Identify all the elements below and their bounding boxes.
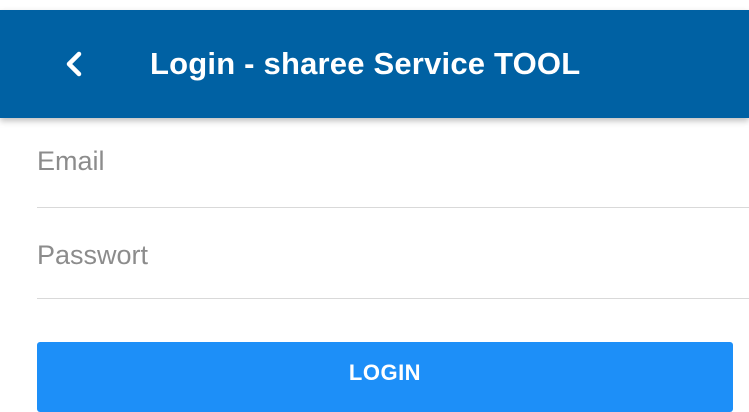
password-field-container (37, 208, 749, 302)
password-field[interactable] (37, 208, 749, 302)
login-form (0, 118, 749, 302)
login-button[interactable]: LOGIN (37, 342, 733, 412)
page-title: Login - sharee Service TOOL (150, 46, 581, 81)
back-button[interactable] (44, 34, 104, 94)
chevron-left-icon (66, 51, 82, 77)
top-gap (0, 0, 749, 10)
email-field[interactable] (37, 118, 749, 204)
email-field-container (37, 118, 749, 208)
app-bar: Login - sharee Service TOOL (0, 10, 749, 118)
